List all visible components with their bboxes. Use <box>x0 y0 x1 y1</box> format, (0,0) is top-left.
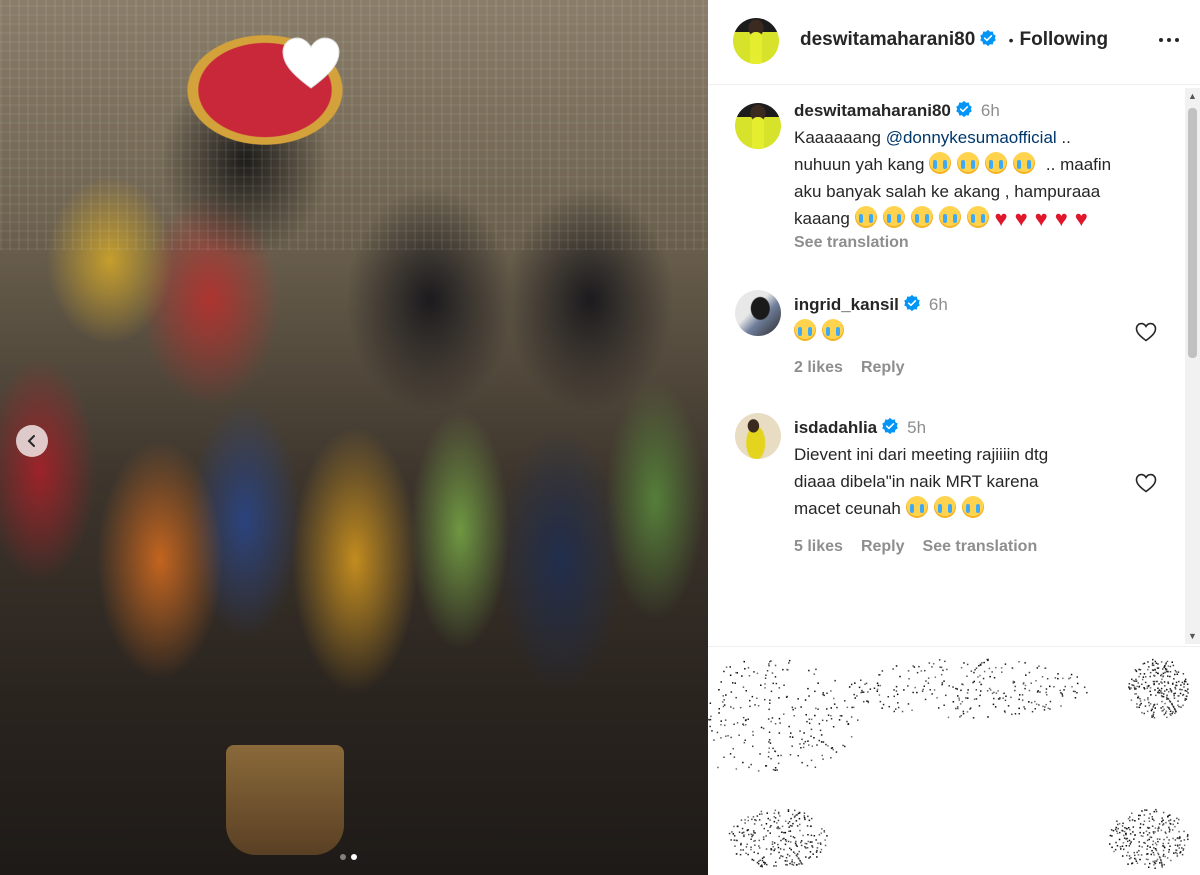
comment-time[interactable]: 5h <box>907 418 926 437</box>
likes-count[interactable]: 2 likes <box>794 359 843 376</box>
caption-text: aku banyak salah ke akang , hampuraaa <box>794 182 1101 201</box>
verified-badge-icon <box>904 294 920 312</box>
following-button[interactable]: Following <box>1020 29 1109 50</box>
caption-time[interactable]: 6h <box>981 101 1000 120</box>
crying-face-emoji-icon <box>822 319 844 341</box>
heart-sticker-icon <box>282 37 340 89</box>
header-separator: • <box>1008 32 1014 48</box>
crying-face-emoji-icon <box>910 206 933 228</box>
more-options-button[interactable] <box>1154 28 1184 52</box>
comment-time[interactable]: 6h <box>929 295 948 314</box>
caption-text: nuhuun yah kang <box>794 155 925 174</box>
red-heart-emoji-icon: ♥ <box>1014 206 1028 231</box>
scroll-thumb[interactable] <box>1188 108 1197 358</box>
carousel-prev-button[interactable] <box>16 425 48 457</box>
caption-text: kaaang <box>794 209 850 228</box>
caption-body: deswitamaharani80 6h Kaaaaaang @donnykesu… <box>794 97 1174 254</box>
reply-button[interactable]: Reply <box>861 359 905 376</box>
like-heart-icon[interactable] <box>1134 320 1158 344</box>
post-header: deswitamaharani80 • Following <box>708 0 1200 85</box>
crying-emoji-row <box>929 152 1041 174</box>
crying-emoji-row <box>854 206 995 228</box>
more-dot-icon <box>1175 38 1179 42</box>
verified-badge-icon <box>980 29 997 47</box>
red-heart-emoji-icon: ♥ <box>1034 206 1048 231</box>
chevron-left-icon <box>27 435 35 447</box>
crying-face-emoji-icon <box>882 206 905 228</box>
caption-avatar[interactable] <box>735 103 781 149</box>
red-heart-emoji-icon: ♥ <box>1074 206 1088 231</box>
post-photo[interactable] <box>0 0 708 875</box>
comment-avatar[interactable] <box>735 290 781 336</box>
comment-meta: 2 likes Reply <box>794 359 923 377</box>
red-heart-emoji-icon: ♥ <box>994 206 1008 231</box>
more-dot-icon <box>1167 38 1171 42</box>
red-heart-emoji-icon: ♥ <box>1054 206 1068 231</box>
mention-link[interactable]: @donnykesumaofficial <box>886 128 1057 147</box>
crying-face-emoji-icon <box>957 152 980 174</box>
verified-badge-icon <box>956 100 972 118</box>
caption-text: .. <box>1056 128 1071 147</box>
carousel-dot-active <box>351 854 357 860</box>
red-heart-row: ♥ ♥ ♥ ♥ ♥ <box>995 206 1095 231</box>
comment-body: ingrid_kansil 6h <box>794 291 1174 345</box>
scroll-up-arrow-icon[interactable]: ▲ <box>1185 88 1200 104</box>
caption-text: Kaaaaaang <box>794 128 886 147</box>
see-translation-link[interactable]: See translation <box>923 538 1038 555</box>
comment-text: Dievent ini dari meeting rajiiiin dtg <box>794 445 1049 464</box>
crying-face-emoji-icon <box>933 496 956 518</box>
crying-emoji-row <box>905 496 990 518</box>
carousel-dot <box>340 854 346 860</box>
crying-face-emoji-icon <box>938 206 961 228</box>
crying-face-emoji-icon <box>961 496 984 518</box>
carousel-dots <box>340 854 357 860</box>
comment-text: diaaa dibela"in naik MRT karena <box>794 472 1039 491</box>
caption-text: .. maafin <box>1041 155 1112 174</box>
scroll-down-arrow-icon[interactable]: ▼ <box>1185 628 1200 644</box>
caption-username[interactable]: deswitamaharani80 <box>794 101 951 120</box>
comments-list: deswitamaharani80 6h Kaaaaaang @donnykesu… <box>708 85 1200 645</box>
reply-button[interactable]: Reply <box>861 538 905 555</box>
header-username[interactable]: deswitamaharani80 <box>800 29 975 50</box>
bucket <box>226 745 344 855</box>
crying-emoji-row <box>794 319 850 341</box>
comment-meta: 5 likes Reply See translation <box>794 538 1055 556</box>
header-avatar[interactable] <box>733 18 779 64</box>
crying-face-emoji-icon <box>985 152 1008 174</box>
likes-count[interactable]: 5 likes <box>794 538 843 555</box>
verified-badge-icon <box>882 417 898 435</box>
comment-username[interactable]: isdadahlia <box>794 418 877 437</box>
header-user-line: deswitamaharani80 • Following <box>800 29 1108 51</box>
crying-face-emoji-icon <box>905 496 928 518</box>
crying-face-emoji-icon <box>966 206 989 228</box>
crying-face-emoji-icon <box>929 152 952 174</box>
pane-divider <box>708 646 1200 647</box>
comment-username[interactable]: ingrid_kansil <box>794 295 899 314</box>
comment-avatar[interactable] <box>735 413 781 459</box>
comment-body: isdadahlia 5h Dievent ini dari meeting ra… <box>794 414 1174 522</box>
like-heart-icon[interactable] <box>1134 471 1158 495</box>
crying-face-emoji-icon <box>794 319 816 341</box>
crying-face-emoji-icon <box>854 206 877 228</box>
comment-text: macet ceunah <box>794 499 901 518</box>
more-dot-icon <box>1159 38 1163 42</box>
pixelated-noise-region <box>708 648 1200 875</box>
see-translation-link[interactable]: See translation <box>794 232 1174 254</box>
crying-face-emoji-icon <box>1013 152 1036 174</box>
comments-scrollbar[interactable]: ▲ ▼ <box>1185 88 1200 644</box>
